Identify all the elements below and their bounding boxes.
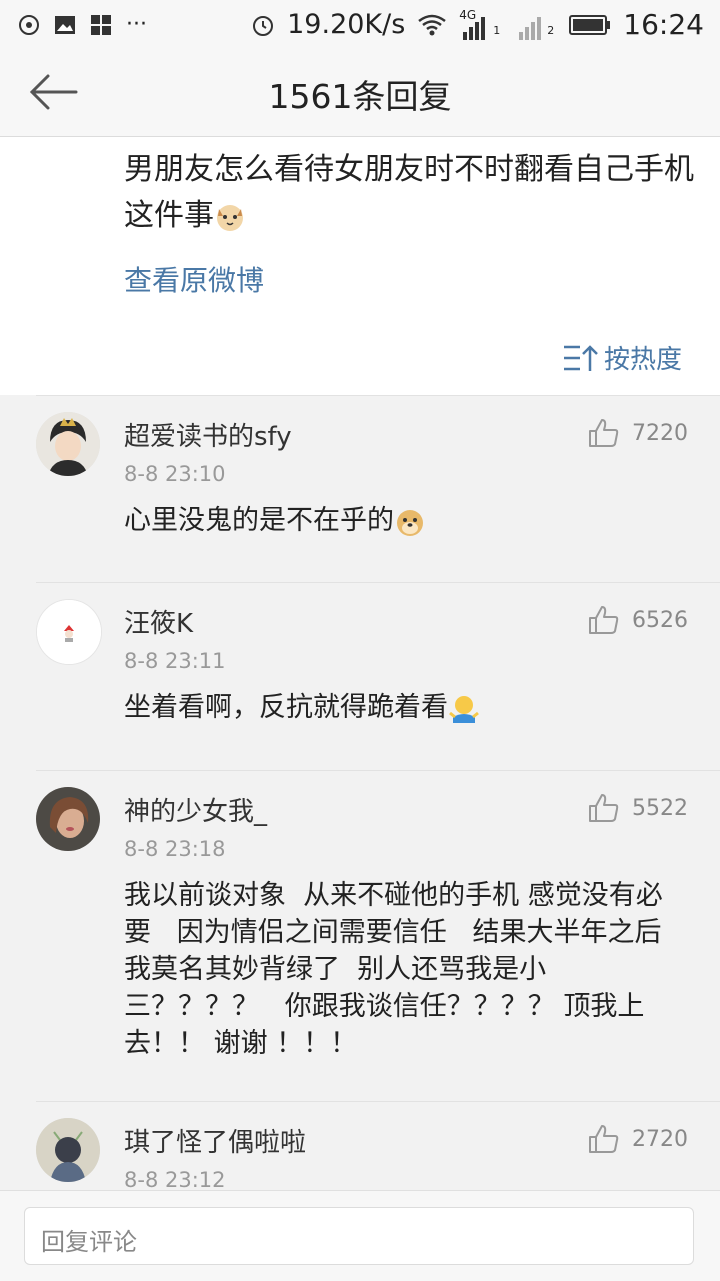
avatar[interactable] xyxy=(36,599,102,665)
thumbs-up-icon xyxy=(589,1125,619,1153)
comment-item: 超爱读书的sfy 8-8 23:10 7220 心里没鬼的是不在乎的 xyxy=(36,395,720,582)
gallery-icon xyxy=(55,15,75,34)
comment-time: 8-8 23:12 xyxy=(124,1168,226,1192)
apps-icon xyxy=(91,14,111,35)
comment-time: 8-8 23:10 xyxy=(124,462,226,486)
comment-text: 心里没鬼的是不在乎的 xyxy=(124,502,684,539)
post-text: 男朋友怎么看待女朋友时不时翻看自己手机这件事 xyxy=(124,147,694,239)
avatar[interactable] xyxy=(36,1118,100,1182)
like-button[interactable]: 5522 xyxy=(588,793,688,823)
comment-author[interactable]: 汪筱K xyxy=(124,603,193,640)
comment-item: 汪筱K 8-8 23:11 6526 坐着看啊，反抗就得跪着看 xyxy=(36,582,720,770)
comment-text-content: 心里没鬼的是不在乎的 xyxy=(124,505,394,536)
thumbs-up-icon xyxy=(589,794,619,822)
music-icon xyxy=(19,14,39,35)
comment-time: 8-8 23:18 xyxy=(124,837,226,861)
more-icon: ··· xyxy=(126,12,147,37)
like-count: 5522 xyxy=(632,795,688,821)
sim1-label: 1 xyxy=(493,23,501,37)
page-title: 1561条回复 xyxy=(268,77,452,116)
shrug-emoji-icon xyxy=(449,695,479,723)
alarm-icon xyxy=(253,15,274,36)
comment-author[interactable]: 琪了怪了偶啦啦 xyxy=(124,1122,306,1159)
sim2-label: 2 xyxy=(547,23,555,37)
avatar[interactable] xyxy=(36,787,100,851)
cat-emoji-icon xyxy=(217,204,243,231)
like-button[interactable]: 7220 xyxy=(588,418,688,448)
like-count: 2720 xyxy=(632,1126,688,1152)
like-count: 6526 xyxy=(632,607,688,633)
view-original-link[interactable]: 查看原微博 xyxy=(124,259,264,299)
avatar[interactable] xyxy=(36,412,100,476)
battery-icon xyxy=(569,14,611,35)
comment-author[interactable]: 超爱读书的sfy xyxy=(124,416,292,453)
sort-label: 按热度 xyxy=(603,345,682,375)
original-post: 男朋友怎么看待女朋友时不时翻看自己手机这件事 查看原微博 按热度 xyxy=(0,137,720,395)
comment-time: 8-8 23:11 xyxy=(124,649,226,673)
doge-emoji-icon xyxy=(397,509,423,536)
network-speed: 19.20K/s xyxy=(287,9,406,40)
like-count: 7220 xyxy=(632,420,688,446)
comment-author[interactable]: 神的少女我_ xyxy=(124,791,267,828)
thumbs-up-icon xyxy=(589,419,619,447)
comment-item: 神的少女我_ 8-8 23:18 5522 我以前谈对象 从来不碰他的手机 感觉… xyxy=(36,770,720,1101)
thumbs-up-icon xyxy=(589,606,619,634)
status-bar: ··· 19.20K/s 4G 1 2 16:24 xyxy=(0,0,720,50)
comment-list: 超爱读书的sfy 8-8 23:10 7220 心里没鬼的是不在乎的 汪筱K 8… xyxy=(0,395,720,1212)
top-bar: 1561条回复 xyxy=(0,50,720,137)
clock: 16:24 xyxy=(623,8,704,41)
signal-icon xyxy=(463,16,486,40)
sort-toggle[interactable]: 按热度 xyxy=(562,339,682,376)
post-text-content: 男朋友怎么看待女朋友时不时翻看自己手机这件事 xyxy=(124,152,694,233)
like-button[interactable]: 2720 xyxy=(588,1124,688,1154)
comment-text: 坐着看啊，反抗就得跪着看 xyxy=(124,689,684,726)
signal-weak-icon xyxy=(519,16,542,40)
like-button[interactable]: 6526 xyxy=(588,605,688,635)
comment-text: 我以前谈对象 从来不碰他的手机 感觉没有必要 因为情侣之间需要信任 结果大半年之… xyxy=(124,880,679,1059)
wifi-icon xyxy=(418,14,447,35)
sort-icon xyxy=(563,344,598,371)
reply-bar: 回复评论 xyxy=(0,1190,720,1281)
reply-input[interactable]: 回复评论 xyxy=(24,1207,694,1265)
comment-text-content: 坐着看啊，反抗就得跪着看 xyxy=(124,692,448,723)
